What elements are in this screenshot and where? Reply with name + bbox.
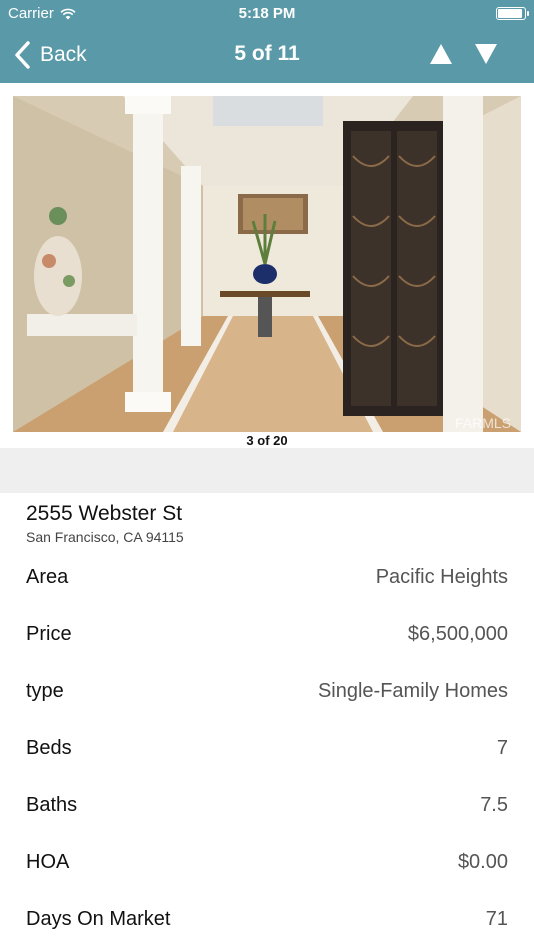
- street-address: 2555 Webster St: [26, 502, 183, 525]
- detail-row-days-on-market: Days On Market 71: [0, 892, 534, 949]
- detail-row-type: type Single-Family Homes: [0, 664, 534, 721]
- status-time: 5:18 PM: [238, 5, 296, 22]
- photo-gallery: FARMLS 3 of 20: [0, 83, 534, 448]
- city-state-zip: San Francisco, CA 94115: [26, 529, 184, 545]
- detail-label: Area: [26, 566, 69, 588]
- listing-photo[interactable]: FARMLS: [13, 96, 521, 432]
- detail-value: 71: [485, 908, 508, 930]
- detail-label: type: [26, 680, 64, 702]
- detail-label: Days On Market: [26, 908, 171, 930]
- listing-position-title: 5 of 11: [234, 42, 300, 65]
- photo-counter: 3 of 20: [246, 433, 288, 448]
- detail-row-price: Price $6,500,000: [0, 607, 534, 664]
- battery-fill: [498, 9, 522, 18]
- detail-row-area: Area Pacific Heights: [0, 550, 534, 607]
- detail-value: Pacific Heights: [375, 566, 508, 588]
- triangle-down-icon[interactable]: [474, 43, 498, 65]
- section-divider: [0, 448, 534, 493]
- navigation-bar: Back 5 of 11: [0, 28, 534, 83]
- detail-label: Price: [26, 623, 72, 645]
- detail-row-baths: Baths 7.5: [0, 778, 534, 835]
- detail-label: Beds: [26, 737, 72, 759]
- detail-row-beds: Beds 7: [0, 721, 534, 778]
- listing-details: Area Pacific Heights Price $6,500,000 ty…: [0, 550, 534, 949]
- detail-label: Baths: [26, 794, 78, 816]
- status-bar: Carrier 5:18 PM: [0, 0, 534, 28]
- triangle-up-icon[interactable]: [429, 43, 453, 65]
- detail-value: 7.5: [480, 794, 508, 816]
- detail-value: 7: [496, 737, 508, 759]
- detail-label: HOA: [26, 851, 70, 873]
- battery-icon: [496, 7, 529, 20]
- detail-value: $0.00: [457, 851, 508, 873]
- detail-value: Single-Family Homes: [317, 680, 508, 702]
- hallway-photo-image: FARMLS: [13, 96, 521, 432]
- address-block: 2555 Webster St San Francisco, CA 94115: [26, 502, 184, 545]
- detail-value: $6,500,000: [407, 623, 508, 645]
- photo-watermark: FARMLS: [455, 415, 511, 431]
- detail-row-hoa: HOA $0.00: [0, 835, 534, 892]
